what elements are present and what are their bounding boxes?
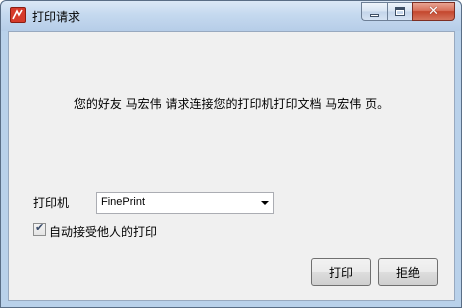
- close-icon: ✕: [428, 4, 439, 19]
- print-button[interactable]: 打印: [311, 258, 371, 286]
- reject-button[interactable]: 拒绝: [378, 258, 438, 286]
- checkmark-icon: ✔: [35, 221, 45, 234]
- printer-select[interactable]: FinePrint: [96, 192, 274, 214]
- printer-label: 打印机: [33, 196, 70, 210]
- window-title: 打印请求: [32, 10, 81, 24]
- printer-selected-value: FinePrint: [101, 196, 146, 208]
- dialog-body: 您的好友 马宏伟 请求连接您的打印机打印文档 马宏伟 页。 打印机 FinePr…: [8, 31, 455, 301]
- maximize-icon: [395, 7, 405, 16]
- window-controls: ✕: [361, 2, 455, 21]
- minimize-icon: [370, 14, 379, 17]
- request-message: 您的好友 马宏伟 请求连接您的打印机打印文档 马宏伟 页。: [73, 97, 390, 111]
- auto-accept-checkbox[interactable]: ✔: [33, 221, 46, 236]
- print-app-icon: [10, 7, 26, 23]
- auto-accept-label[interactable]: 自动接受他人的打印: [49, 223, 157, 240]
- maximize-button[interactable]: [387, 2, 412, 21]
- print-request-dialog: 打印请求 ✕ 您的好友 马宏伟 请求连接您的打印机打印文档 马宏伟 页。 打印机…: [0, 0, 462, 308]
- title-bar[interactable]: 打印请求 ✕: [1, 1, 461, 31]
- close-button[interactable]: ✕: [412, 2, 455, 21]
- chevron-down-icon[interactable]: [261, 201, 269, 205]
- minimize-button[interactable]: [361, 2, 387, 21]
